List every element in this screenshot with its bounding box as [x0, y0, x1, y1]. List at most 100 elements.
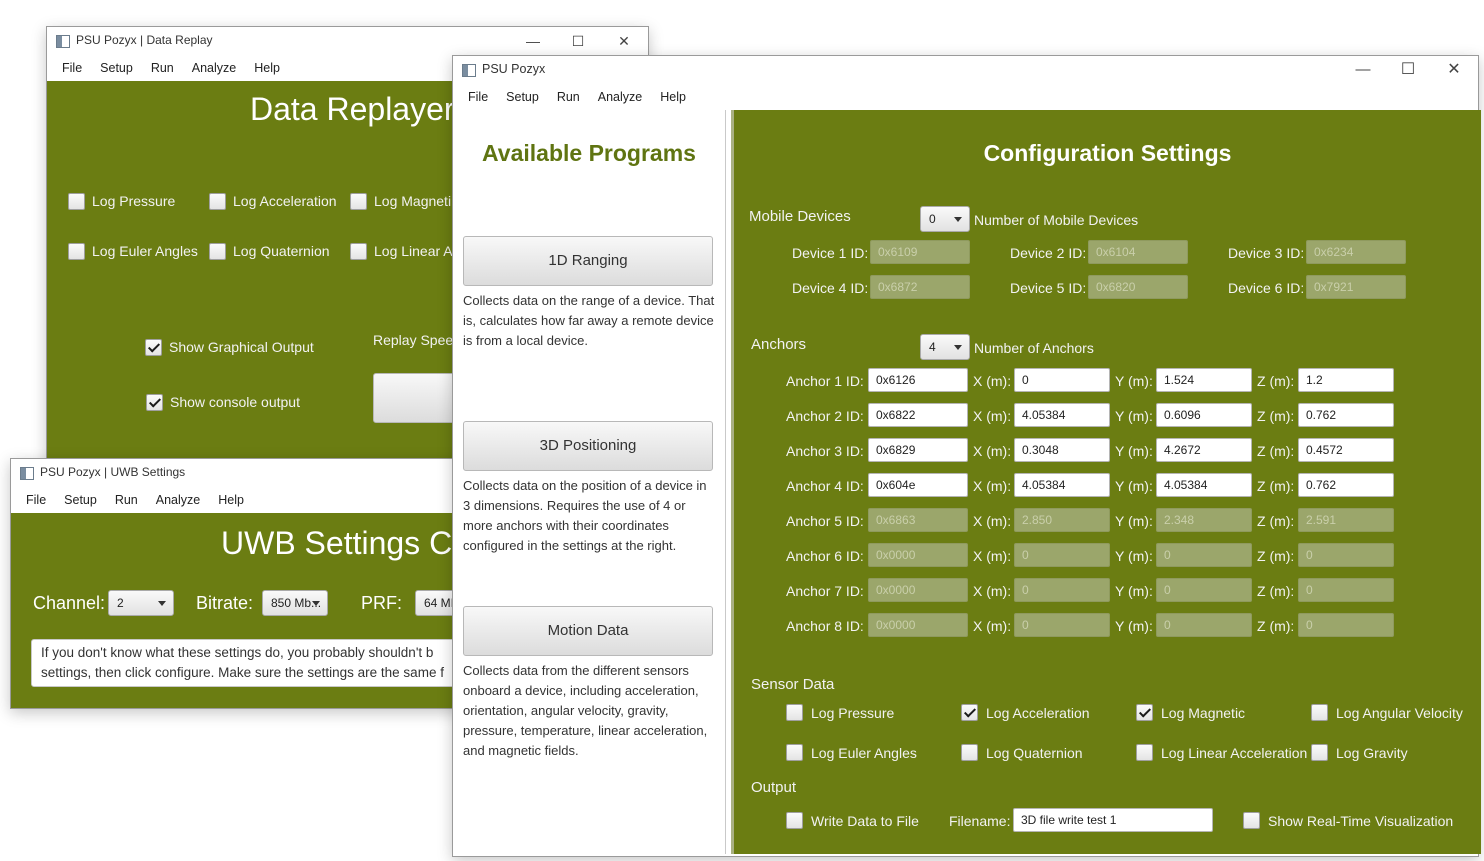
log-pressure-checkbox[interactable] [786, 704, 803, 721]
minimize-button[interactable]: — [1340, 56, 1386, 84]
motion-data-button[interactable]: Motion Data [463, 606, 713, 656]
menu-setup[interactable]: Setup [55, 487, 106, 513]
log-acceleration-checkbox[interactable] [209, 193, 226, 210]
log-magnetic-label: Log Magneti [374, 193, 452, 209]
log-pressure-checkbox[interactable] [68, 193, 85, 210]
anchor-8-x-field: 0 [1014, 613, 1110, 637]
1d-ranging-button[interactable]: 1D Ranging [463, 236, 713, 286]
log-magnetic-checkbox[interactable] [350, 193, 367, 210]
menu-run[interactable]: Run [548, 84, 589, 110]
menu-analyze[interactable]: Analyze [147, 487, 209, 513]
anchor-2-x-field[interactable]: 4.05384 [1014, 403, 1110, 427]
3d-positioning-button[interactable]: 3D Positioning [463, 421, 713, 471]
menu-setup[interactable]: Setup [91, 55, 142, 81]
anchor-5-x-field: 2.850 [1014, 508, 1110, 532]
channel-select[interactable]: 2 [108, 590, 174, 616]
info-line-1: If you don't know what these settings do… [41, 645, 434, 660]
menu-file[interactable]: File [17, 487, 55, 513]
anchor-7-id-field: 0x0000 [868, 578, 968, 602]
anchor-3-z-field[interactable]: 0.4572 [1298, 438, 1394, 462]
anchor-count-label: Number of Anchors [974, 340, 1094, 356]
anchor-3-y-field[interactable]: 4.2672 [1156, 438, 1252, 462]
log-acceleration-checkbox[interactable] [961, 704, 978, 721]
config-title: Configuration Settings [983, 140, 1232, 166]
show-graphical-output-checkbox[interactable] [145, 339, 162, 356]
anchor-3-x-field[interactable]: 0.3048 [1014, 438, 1110, 462]
menu-run[interactable]: Run [106, 487, 147, 513]
device-5-label: Device 5 ID: [1010, 280, 1087, 296]
log-angular-velocity-checkbox[interactable] [1311, 704, 1328, 721]
anchor-2-z-field[interactable]: 0.762 [1298, 403, 1394, 427]
app-icon [56, 35, 70, 48]
minimize-button[interactable]: — [510, 27, 556, 55]
anchor-4-x-field[interactable]: 4.05384 [1014, 473, 1110, 497]
info-box: If you don't know what these settings do… [31, 639, 491, 687]
anchor-8-id-field: 0x0000 [868, 613, 968, 637]
channel-value: 2 [117, 596, 124, 610]
mobile-count-value: 0 [929, 212, 936, 226]
anchor-7-z-field: 0 [1298, 578, 1394, 602]
log-magnetic-checkbox[interactable] [1136, 704, 1153, 721]
anchor-5-y-label: Y (m): [1115, 513, 1153, 529]
anchor-6-id-field: 0x0000 [868, 543, 968, 567]
device-4-label: Device 4 ID: [792, 280, 869, 296]
anchor-count-select[interactable]: 4 [920, 334, 970, 360]
anchor-5-z-label: Z (m): [1257, 513, 1295, 529]
log-linear-acceleration-checkbox[interactable] [1136, 744, 1153, 761]
anchor-6-y-field: 0 [1156, 543, 1252, 567]
log-euler-angles-checkbox[interactable] [786, 744, 803, 761]
menu-analyze[interactable]: Analyze [589, 84, 651, 110]
mobile-count-select[interactable]: 0 [920, 206, 970, 232]
anchor-4-z-field[interactable]: 0.762 [1298, 473, 1394, 497]
log-angular-velocity-label: Log Angular Velocity [1336, 705, 1463, 721]
bitrate-select[interactable]: 850 Mb... [262, 590, 328, 616]
anchor-1-z-field[interactable]: 1.2 [1298, 368, 1394, 392]
log-gravity-checkbox[interactable] [1311, 744, 1328, 761]
anchor-4-id-field[interactable]: 0x604e [868, 473, 968, 497]
anchor-2-x-label: X (m): [973, 408, 1012, 424]
configuration-panel: Configuration Settings Mobile Devices 0 … [731, 110, 1481, 854]
log-quaternion-checkbox[interactable] [209, 243, 226, 260]
maximize-button[interactable]: ☐ [1385, 56, 1431, 84]
close-button[interactable]: ✕ [1431, 56, 1477, 84]
device-5-field: 0x6820 [1088, 275, 1188, 299]
anchor-1-id-field[interactable]: 0x6126 [868, 368, 968, 392]
log-quaternion-checkbox[interactable] [961, 744, 978, 761]
filename-input[interactable]: 3D file write test 1 [1013, 808, 1213, 832]
show-console-output-checkbox[interactable] [146, 394, 163, 411]
log-linear-acceleration-label: Log Linear Acceleration [1161, 745, 1308, 761]
close-button[interactable]: ✕ [601, 27, 647, 55]
show-visualization-checkbox[interactable] [1243, 812, 1260, 829]
anchor-1-x-field[interactable]: 0 [1014, 368, 1110, 392]
anchor-4-z-label: Z (m): [1257, 478, 1295, 494]
device-3-label: Device 3 ID: [1228, 245, 1305, 261]
anchor-3-z-label: Z (m): [1257, 443, 1295, 459]
menu-help[interactable]: Help [209, 487, 253, 513]
menu-help[interactable]: Help [651, 84, 695, 110]
anchor-2-id-field[interactable]: 0x6822 [868, 403, 968, 427]
log-euler-angles-checkbox[interactable] [68, 243, 85, 260]
replay-speed-label: Replay Speec [373, 332, 461, 348]
menu-setup[interactable]: Setup [497, 84, 548, 110]
menu-run[interactable]: Run [142, 55, 183, 81]
device-6-field: 0x7921 [1306, 275, 1406, 299]
sensor-data-label: Sensor Data [751, 676, 835, 693]
write-data-checkbox[interactable] [786, 812, 803, 829]
title-bar[interactable]: PSU Pozyx — ☐ ✕ [453, 56, 1478, 84]
anchor-7-x-field: 0 [1014, 578, 1110, 602]
anchor-4-y-field[interactable]: 4.05384 [1156, 473, 1252, 497]
menu-file[interactable]: File [53, 55, 91, 81]
anchor-2-y-field[interactable]: 0.6096 [1156, 403, 1252, 427]
log-linear-acceleration-checkbox[interactable] [350, 243, 367, 260]
maximize-button[interactable]: ☐ [555, 27, 601, 55]
title-bar[interactable]: PSU Pozyx | Data Replay — ☐ ✕ [47, 27, 648, 55]
bitrate-label: Bitrate: [196, 593, 254, 613]
log-euler-angles-label: Log Euler Angles [811, 745, 917, 761]
chevron-down-icon [954, 217, 962, 222]
anchor-3-id-field[interactable]: 0x6829 [868, 438, 968, 462]
menu-file[interactable]: File [459, 84, 497, 110]
log-quaternion-label: Log Quaternion [986, 745, 1083, 761]
menu-analyze[interactable]: Analyze [183, 55, 245, 81]
anchor-1-y-field[interactable]: 1.524 [1156, 368, 1252, 392]
menu-help[interactable]: Help [245, 55, 289, 81]
